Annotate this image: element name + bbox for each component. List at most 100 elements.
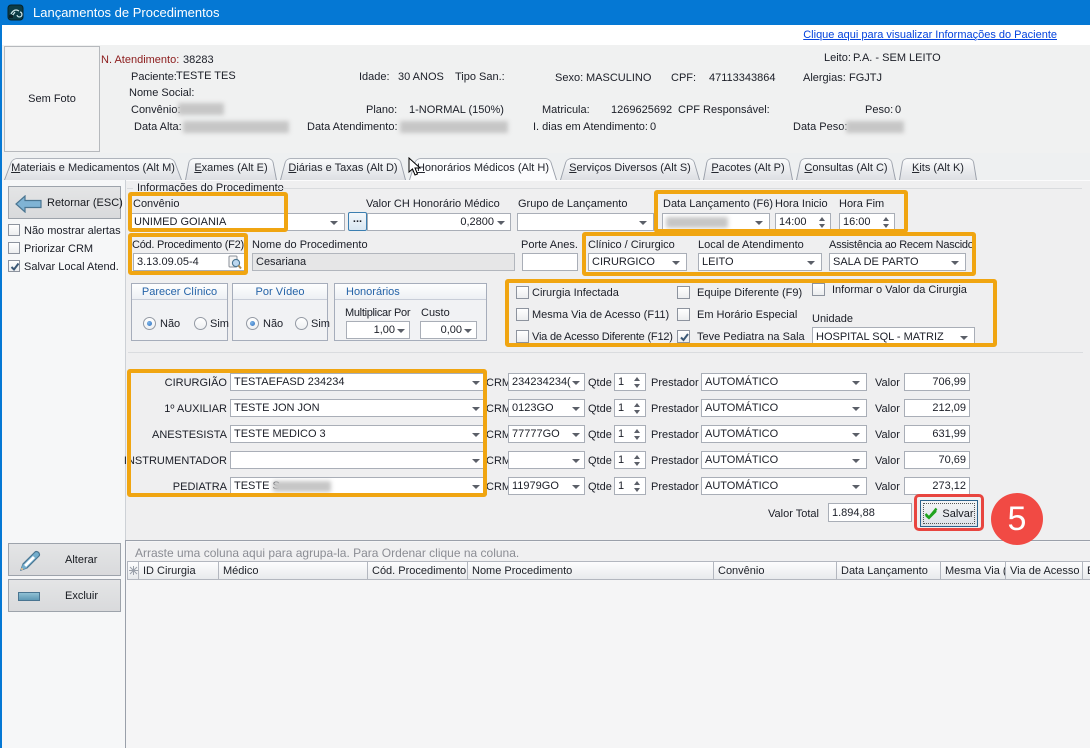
mesma-via-checkbox[interactable]	[516, 308, 529, 321]
excluir-button[interactable]: Excluir	[8, 579, 121, 612]
parecer-nao-radio[interactable]	[143, 317, 156, 330]
unidade-combo[interactable]: HOSPITAL SQL - MATRIZ	[812, 327, 975, 346]
auxiliar-qtde-buttons[interactable]	[631, 400, 643, 416]
alterar-button[interactable]: Alterar	[8, 543, 121, 576]
cirurgiao-qtde-buttons[interactable]	[631, 374, 643, 390]
mult-arrow[interactable]	[397, 329, 405, 333]
spin-down-icon[interactable]	[634, 410, 640, 414]
anestesista-prestador-arrow[interactable]	[852, 433, 860, 437]
pediatra-valor-field[interactable]: 273,12	[904, 477, 970, 495]
cirurgia-infectada-checkbox[interactable]	[516, 286, 529, 299]
custo-arrow[interactable]	[464, 329, 472, 333]
equipe-diferente-checkbox[interactable]	[677, 286, 690, 299]
spin-down-icon[interactable]	[634, 462, 640, 466]
data-lanc-combo[interactable]	[662, 213, 770, 231]
local-combo[interactable]: LEITO	[698, 253, 822, 271]
cirurgiao-combo-arrow[interactable]	[472, 381, 480, 385]
retornar-button[interactable]: Retornar (ESC)	[8, 186, 121, 219]
cirurgiao-crm-arrow[interactable]	[572, 381, 580, 385]
cirurgiao-crm-combo[interactable]: 234234234(	[508, 373, 585, 391]
instrumentador-name-combo[interactable]	[230, 451, 487, 469]
cirurgiao-qtde-spinner[interactable]: 1	[614, 373, 646, 391]
cirurgiao-valor-field[interactable]: 706,99	[904, 373, 970, 391]
salvar-local-checkbox[interactable]	[8, 260, 20, 272]
patient-info-link[interactable]: Clique aqui para visualizar Informações …	[803, 29, 1057, 41]
instrumentador-combo-arrow[interactable]	[472, 459, 480, 463]
unidade-combo-arrow[interactable]	[960, 336, 968, 340]
instrumentador-qtde-buttons[interactable]	[631, 452, 643, 468]
pediatra-crm-combo[interactable]: 11979GO	[508, 477, 585, 495]
spin-up-icon[interactable]	[819, 217, 825, 221]
video-nao-radio[interactable]	[246, 317, 259, 330]
instrumentador-qtde-spinner[interactable]: 1	[614, 451, 646, 469]
anestesista-combo-arrow[interactable]	[472, 433, 480, 437]
hora-inicio-spinner[interactable]: 14:00	[775, 213, 831, 231]
pediatra-name-combo[interactable]: TESTE S	[230, 477, 487, 495]
anestesista-prestador-combo[interactable]: AUTOMÁTICO	[701, 425, 867, 443]
clinico-combo[interactable]: CIRURGICO	[588, 253, 687, 271]
grupo-combo[interactable]	[517, 213, 654, 231]
pediatra-qtde-buttons[interactable]	[631, 478, 643, 494]
spin-up-icon[interactable]	[634, 455, 640, 459]
anestesista-qtde-buttons[interactable]	[631, 426, 643, 442]
anestesista-valor-field[interactable]: 631,99	[904, 425, 970, 443]
grid-col-via-acesso[interactable]: Via de Acesso	[1006, 561, 1083, 580]
convenio-lookup-button[interactable]: ...	[348, 212, 367, 231]
spin-up-icon[interactable]	[634, 429, 640, 433]
cirurgiao-prestador-arrow[interactable]	[852, 381, 860, 385]
anestesista-name-combo[interactable]: TESTE MEDICO 3	[230, 425, 487, 443]
grupo-combo-arrow[interactable]	[639, 221, 647, 225]
grid-col-data-lancamento[interactable]: Data Lançamento	[837, 561, 941, 580]
grid-col-id-cirurgia[interactable]: ID Cirurgia	[139, 561, 219, 580]
spin-down-icon[interactable]	[819, 224, 825, 228]
anestesista-crm-arrow[interactable]	[572, 433, 580, 437]
auxiliar-crm-arrow[interactable]	[572, 407, 580, 411]
spin-down-icon[interactable]	[883, 224, 889, 228]
spin-down-icon[interactable]	[634, 488, 640, 492]
anestesista-qtde-spinner[interactable]: 1	[614, 425, 646, 443]
cod-proc-search-icon[interactable]	[228, 255, 242, 270]
grid-col-medico[interactable]: Médico	[219, 561, 368, 580]
grid-col-cut[interactable]: E	[1083, 561, 1090, 580]
grid-col-convenio[interactable]: Convênio	[714, 561, 837, 580]
spin-up-icon[interactable]	[634, 377, 640, 381]
mult-field[interactable]: 1,00	[346, 321, 410, 339]
spin-up-icon[interactable]	[634, 403, 640, 407]
instrumentador-valor-field[interactable]: 70,69	[904, 451, 970, 469]
custo-field[interactable]: 0,00	[420, 321, 477, 339]
grid-col-mesma-via[interactable]: Mesma Via (	[941, 561, 1006, 580]
parecer-sim-radio[interactable]	[194, 317, 207, 330]
tab-honorarios[interactable]: Honorários Médicos (Alt H)	[409, 156, 557, 180]
spin-down-icon[interactable]	[634, 436, 640, 440]
via-diferente-checkbox[interactable]	[516, 330, 529, 343]
instrumentador-crm-arrow[interactable]	[572, 459, 580, 463]
tab-materiais[interactable]: Materiais e Medicamentos (Alt M)	[4, 156, 182, 180]
auxiliar-name-combo[interactable]: TESTE JON JON	[230, 399, 487, 417]
cirurgiao-prestador-combo[interactable]: AUTOMÁTICO	[701, 373, 867, 391]
grid-group-band[interactable]: Arraste uma coluna aqui para agrupa-la. …	[127, 542, 1090, 561]
horario-especial-checkbox[interactable]	[677, 308, 690, 321]
tab-exames[interactable]: Exames (Alt E)	[185, 156, 277, 180]
assist-combo[interactable]: SALA DE PARTO	[829, 253, 966, 271]
salvar-button[interactable]: Salvar	[920, 500, 978, 527]
auxiliar-combo-arrow[interactable]	[472, 407, 480, 411]
auxiliar-valor-field[interactable]: 212,09	[904, 399, 970, 417]
grid-col-cod-procedimento[interactable]: Cód. Procedimento	[368, 561, 468, 580]
instrumentador-crm-combo[interactable]	[508, 451, 585, 469]
tab-consultas[interactable]: Consultas (Alt C)	[796, 156, 896, 180]
spin-down-icon[interactable]	[634, 384, 640, 388]
cod-proc-field[interactable]: 3.13.09.05-4	[133, 253, 245, 271]
pediatra-combo-arrow[interactable]	[472, 485, 480, 489]
instrumentador-prestador-combo[interactable]: AUTOMÁTICO	[701, 451, 867, 469]
anestesista-crm-combo[interactable]: 77777GO	[508, 425, 585, 443]
instrumentador-prestador-arrow[interactable]	[852, 459, 860, 463]
clinico-combo-arrow[interactable]	[672, 261, 680, 265]
data-lanc-arrow[interactable]	[755, 221, 763, 225]
convenio-combo[interactable]: UNIMED GOIANIA	[130, 213, 345, 231]
valor-ch-field[interactable]: 0,2800	[367, 213, 511, 231]
porte-field[interactable]	[522, 253, 578, 271]
pediatra-prestador-combo[interactable]: AUTOMÁTICO	[701, 477, 867, 495]
spin-up-icon[interactable]	[634, 481, 640, 485]
tab-pacotes[interactable]: Pacotes (Alt P)	[703, 156, 793, 180]
priorizar-crm-checkbox[interactable]	[8, 242, 20, 254]
